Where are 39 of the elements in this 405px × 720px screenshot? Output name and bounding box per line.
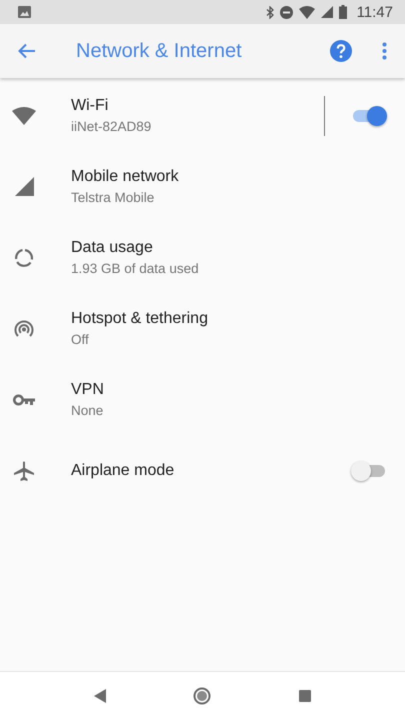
item-summary: Off: [71, 332, 90, 347]
more-options-icon[interactable]: [382, 42, 387, 60]
battery-icon: [338, 5, 347, 19]
data-usage-icon: [14, 248, 34, 268]
item-title: VPN: [71, 381, 105, 399]
item-summary: iiNet-82AD89: [71, 119, 152, 134]
back-arrow-icon: [18, 43, 36, 59]
recents-nav-icon[interactable]: [299, 690, 312, 702]
item-title: Hotspot & tethering: [71, 310, 209, 328]
home-nav-icon[interactable]: [193, 687, 212, 705]
item-summary: Telstra Mobile: [71, 190, 156, 205]
clock-time: 11:47: [356, 4, 393, 20]
toggle-switch[interactable]: [351, 458, 387, 482]
item-title: Wi-Fi: [71, 97, 110, 115]
wifi-icon: [12, 106, 36, 124]
help-icon[interactable]: [330, 40, 352, 62]
signal-icon: [14, 177, 34, 196]
item-title: Data usage: [71, 239, 154, 257]
image-icon: [18, 6, 31, 18]
item-summary: None: [71, 403, 104, 418]
airplane-icon: [14, 460, 34, 480]
do-not-disturb-icon: [280, 6, 293, 18]
item-title: Airplane mode: [71, 462, 176, 480]
settings-item[interactable]: Airplane mode: [0, 435, 405, 506]
page-title: Network & Internet: [76, 40, 243, 62]
toggle-switch[interactable]: [351, 104, 387, 128]
settings-item[interactable]: VPN None: [0, 364, 405, 435]
settings-item[interactable]: Mobile network Telstra Mobile: [0, 151, 405, 222]
settings-item[interactable]: Wi-Fi iiNet-82AD89: [0, 80, 405, 151]
item-title: Mobile network: [71, 168, 180, 186]
back-nav-icon[interactable]: [94, 689, 106, 703]
bluetooth-icon: [266, 6, 274, 18]
signal-icon: [320, 6, 333, 18]
wifi-icon: [298, 6, 315, 18]
settings-item[interactable]: Data usage 1.93 GB of data used: [0, 222, 405, 293]
key-icon: [13, 394, 35, 406]
settings-item[interactable]: Hotspot & tethering Off: [0, 293, 405, 364]
item-summary: 1.93 GB of data used: [71, 261, 200, 276]
hotspot-icon: [14, 320, 34, 338]
